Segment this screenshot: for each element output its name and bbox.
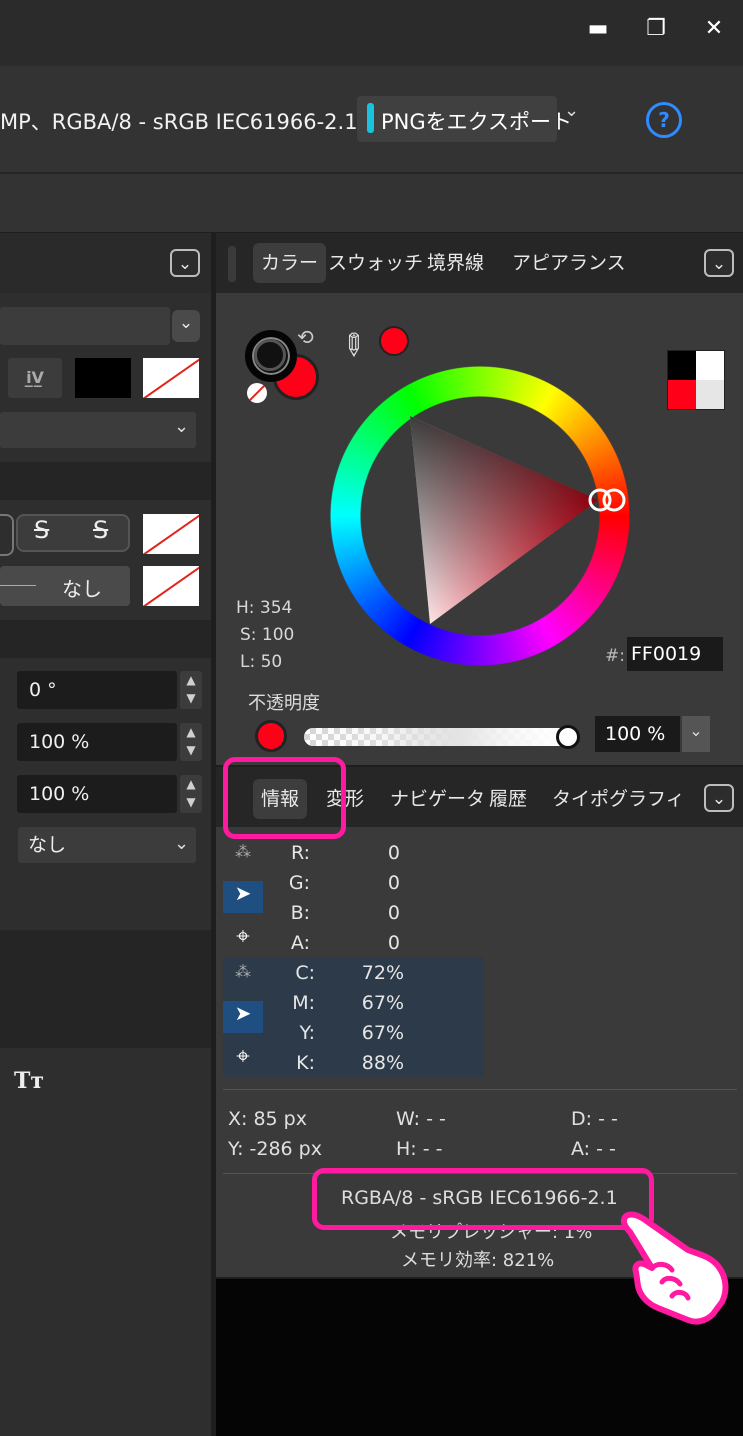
distance-readout: D: - - xyxy=(571,1108,618,1130)
g-value: 0 xyxy=(387,872,400,894)
fill-color-swatch[interactable] xyxy=(75,358,131,398)
lightness-readout: L: 50 xyxy=(240,652,283,672)
y-label: Y: xyxy=(299,1022,315,1044)
opacity-color-swatch xyxy=(255,720,287,752)
chevron-down-icon[interactable]: ⌄ xyxy=(682,716,710,752)
scale-y-field[interactable]: 100 % xyxy=(17,775,177,813)
chevron-down-icon[interactable]: ⌄ xyxy=(172,310,200,342)
hex-prefix-label: #: xyxy=(605,646,625,666)
scale-y-stepper[interactable]: ▲ ▼ xyxy=(180,775,202,813)
rotation-stepper[interactable]: ▲ ▼ xyxy=(180,671,202,709)
tab-stroke[interactable]: 境界線 xyxy=(419,243,492,283)
pointer-icon[interactable]: ➤ xyxy=(223,881,263,913)
r-value: 0 xyxy=(387,842,400,864)
text-format-icon[interactable]: i̲V̲ xyxy=(8,358,62,398)
stroke-none-swatch[interactable] xyxy=(143,358,199,398)
section-header xyxy=(0,462,211,500)
opacity-slider-handle[interactable] xyxy=(556,725,580,749)
panel-menu-chevron-icon[interactable]: ⌄ xyxy=(704,784,734,812)
export-png-label: PNGをエクスポート xyxy=(381,110,573,134)
opacity-slider[interactable] xyxy=(304,728,568,746)
restore-button[interactable]: ❐ xyxy=(641,14,671,44)
a-value: 0 xyxy=(387,932,400,954)
chevron-down-icon[interactable]: ⌄ xyxy=(564,100,579,121)
opacity-label: 不透明度 xyxy=(248,693,320,714)
picked-color-swatch[interactable] xyxy=(379,326,409,356)
tab-history[interactable]: 履歴 xyxy=(481,779,535,819)
m-label: M: xyxy=(292,992,315,1014)
highlight-info-tab xyxy=(223,757,346,839)
g-label: G: xyxy=(288,872,310,894)
pointing-hand-icon xyxy=(620,1211,729,1325)
toggle-button[interactable] xyxy=(0,514,14,556)
line-preview xyxy=(0,585,36,586)
tab-typography[interactable]: タイポグラフィ xyxy=(544,779,693,819)
c-value: 72% xyxy=(361,962,404,984)
section-header xyxy=(0,620,211,658)
help-icon[interactable]: ? xyxy=(646,102,682,138)
highlight-color-profile xyxy=(312,1168,654,1230)
no-color-icon[interactable] xyxy=(247,383,267,403)
chevron-down-icon: ⌄ xyxy=(174,416,190,437)
hue-readout: H: 354 xyxy=(236,598,293,618)
line-style-label: なし xyxy=(62,577,102,601)
double-strikethrough-icon[interactable]: S xyxy=(93,516,108,544)
panel-grip[interactable] xyxy=(228,246,236,282)
toolbar-strip xyxy=(0,174,743,232)
color-wheel[interactable] xyxy=(330,366,630,666)
color-mode-grid-icon[interactable] xyxy=(667,350,725,410)
height-readout: H: - - xyxy=(396,1138,443,1160)
minimize-button[interactable]: ▬ xyxy=(583,14,613,44)
tab-appearance[interactable]: アピアランス xyxy=(504,243,634,283)
rotation-field[interactable]: 0 ° xyxy=(17,671,177,709)
k-label: K: xyxy=(296,1052,315,1074)
b-label: B: xyxy=(290,902,310,924)
width-readout: W: - - xyxy=(396,1108,446,1130)
color-channels-icon[interactable]: ⁂ xyxy=(223,842,263,872)
strikethrough-color-swatch[interactable] xyxy=(143,514,199,554)
export-accent-bar xyxy=(367,103,374,133)
saturation-readout: S: 100 xyxy=(240,625,295,645)
y-readout: Y: -286 px xyxy=(228,1138,322,1160)
a-label: A: xyxy=(290,932,310,954)
crosshair-icon[interactable]: ⌖ xyxy=(223,1042,263,1072)
scale-x-field[interactable]: 100 % xyxy=(17,723,177,761)
divider xyxy=(223,1089,737,1090)
line-color-swatch[interactable] xyxy=(143,566,199,606)
r-label: R: xyxy=(290,842,310,864)
tab-color[interactable]: カラー xyxy=(253,243,327,283)
strikethrough-icon[interactable]: S xyxy=(34,516,49,544)
k-value: 88% xyxy=(361,1052,404,1074)
m-value: 67% xyxy=(361,992,404,1014)
title-bar xyxy=(0,0,743,66)
language-dropdown[interactable]: なし xyxy=(18,827,196,863)
hex-input[interactable]: FF0019 xyxy=(627,637,723,671)
x-readout: X: 85 px xyxy=(228,1108,307,1130)
y-value: 67% xyxy=(361,1022,404,1044)
section-block xyxy=(0,930,211,1048)
opacity-input[interactable]: 100 % xyxy=(595,716,680,752)
font-family-field[interactable] xyxy=(0,307,170,345)
text-style-icon[interactable]: Tт xyxy=(14,1068,44,1094)
memory-efficiency-label: メモリ効率: 821% xyxy=(401,1250,555,1271)
close-button[interactable]: ✕ xyxy=(699,14,729,44)
color-channels-icon[interactable]: ⁂ xyxy=(223,962,263,992)
stroke-ring xyxy=(254,339,286,371)
panel-menu-chevron-icon[interactable]: ⌄ xyxy=(170,249,200,277)
angle-readout: A: - - xyxy=(571,1138,616,1160)
b-value: 0 xyxy=(387,902,400,924)
panel-menu-chevron-icon[interactable]: ⌄ xyxy=(704,249,734,277)
swap-arrows-icon[interactable]: ⟲ xyxy=(297,325,314,349)
tab-navigator[interactable]: ナビゲータ xyxy=(382,779,493,819)
tab-swatches[interactable]: スウォッチ xyxy=(320,243,431,283)
style-dropdown[interactable] xyxy=(0,412,196,448)
document-info-label: MP、RGBA/8 - sRGB IEC61966-2.1 xyxy=(0,110,358,134)
scale-x-stepper[interactable]: ▲ ▼ xyxy=(180,723,202,761)
chevron-down-icon: ⌄ xyxy=(174,833,190,854)
c-label: C: xyxy=(295,962,315,984)
pointer-icon[interactable]: ➤ xyxy=(223,1001,263,1033)
crosshair-icon[interactable]: ⌖ xyxy=(223,922,263,952)
